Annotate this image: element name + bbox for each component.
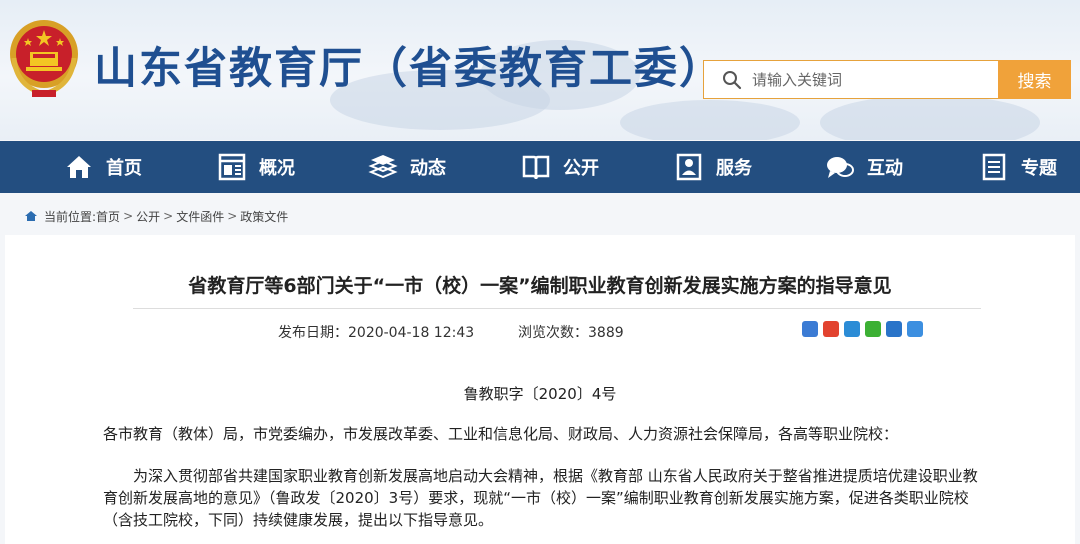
document-number: 鲁教职字〔2020〕4号 (463, 385, 617, 403)
nav-item-label: 服务 (716, 158, 752, 179)
nav-item-label: 互动 (867, 158, 903, 179)
publish-date-value: 2020-04-18 12:43 (348, 325, 475, 341)
breadcrumb-item-policy[interactable]: 政策文件 (240, 208, 288, 225)
article-title: 省教育厅等6部门关于“一市（校）一案”编制职业教育创新发展实施方案的指导意见 (188, 275, 892, 297)
search-input[interactable] (752, 69, 982, 91)
nav-item-label: 概况 (259, 158, 295, 179)
home-icon (67, 156, 91, 178)
publish-label: 发布日期： (278, 325, 348, 341)
share-bar (802, 321, 923, 337)
publish-date: 发布日期：2020-04-18 12:43 (278, 322, 474, 342)
news-icon (368, 155, 398, 179)
nav-item-interact[interactable]: 互动 (825, 141, 903, 193)
share-renren-icon[interactable] (886, 321, 902, 337)
breadcrumb-item-documents[interactable]: 文件函件 (176, 208, 224, 225)
nav-item-overview[interactable]: 概况 (217, 141, 295, 193)
nav-item-topic[interactable]: 专题 (979, 141, 1057, 193)
article: 省教育厅等6部门关于“一市（校）一案”编制职业教育创新发展实施方案的指导意见 发… (5, 235, 1075, 544)
view-count: 浏览次数：3889 (518, 322, 624, 342)
nav-item-news[interactable]: 动态 (368, 141, 446, 193)
nav-item-service[interactable]: 服务 (674, 141, 752, 193)
book-icon (522, 155, 550, 180)
overview-icon (218, 153, 246, 181)
search-icon (723, 71, 742, 90)
breadcrumb-prefix: 当前位置: (44, 209, 97, 224)
location-home-icon (25, 211, 37, 221)
breadcrumb-separator: > (227, 209, 238, 223)
breadcrumb-separator: > (163, 209, 174, 223)
main-nav: 首页 概况 动态 公开 服务 互动 专题 (0, 141, 1080, 193)
breadcrumb-separator: > (123, 209, 134, 223)
views-value: 3889 (588, 325, 624, 341)
breadcrumb-item-public[interactable]: 公开 (136, 208, 160, 225)
nav-item-label: 首页 (106, 158, 142, 179)
topic-icon (982, 153, 1006, 181)
title-divider (133, 308, 981, 309)
salutation: 各市教育（教体）局，市党委编办，市发展改革委、工业和信息化局、财政局、人力资源社… (103, 425, 899, 443)
views-label: 浏览次数： (518, 325, 588, 341)
nav-item-label: 专题 (1021, 158, 1057, 179)
nav-item-label: 动态 (410, 158, 446, 179)
site-header: 山东省教育厅（省委教育工委） 搜索 (0, 0, 1080, 140)
breadcrumb: 当前位置: 首页 > 公开 > 文件函件 > 政策文件 (24, 206, 288, 226)
service-icon (676, 153, 702, 181)
share-wechat-icon[interactable] (865, 321, 881, 337)
share-weibo-icon[interactable] (823, 321, 839, 337)
site-title: 山东省教育厅（省委教育工委） (94, 44, 724, 94)
share-more-icon[interactable] (907, 321, 923, 337)
national-emblem-icon (10, 20, 78, 97)
nav-item-public[interactable]: 公开 (521, 141, 599, 193)
breadcrumb-item-home[interactable]: 首页 (96, 208, 120, 225)
search-button[interactable]: 搜索 (998, 60, 1071, 99)
nav-item-label: 公开 (563, 158, 599, 179)
nav-item-home[interactable]: 首页 (64, 141, 142, 193)
chat-icon (827, 157, 854, 178)
share-tencent-icon[interactable] (844, 321, 860, 337)
share-qzone-icon[interactable] (802, 321, 818, 337)
search-box (703, 60, 999, 99)
paragraph-1: 为深入贯彻部省共建国家职业教育创新发展高地启动大会精神，根据《教育部 山东省人民… (103, 467, 978, 529)
